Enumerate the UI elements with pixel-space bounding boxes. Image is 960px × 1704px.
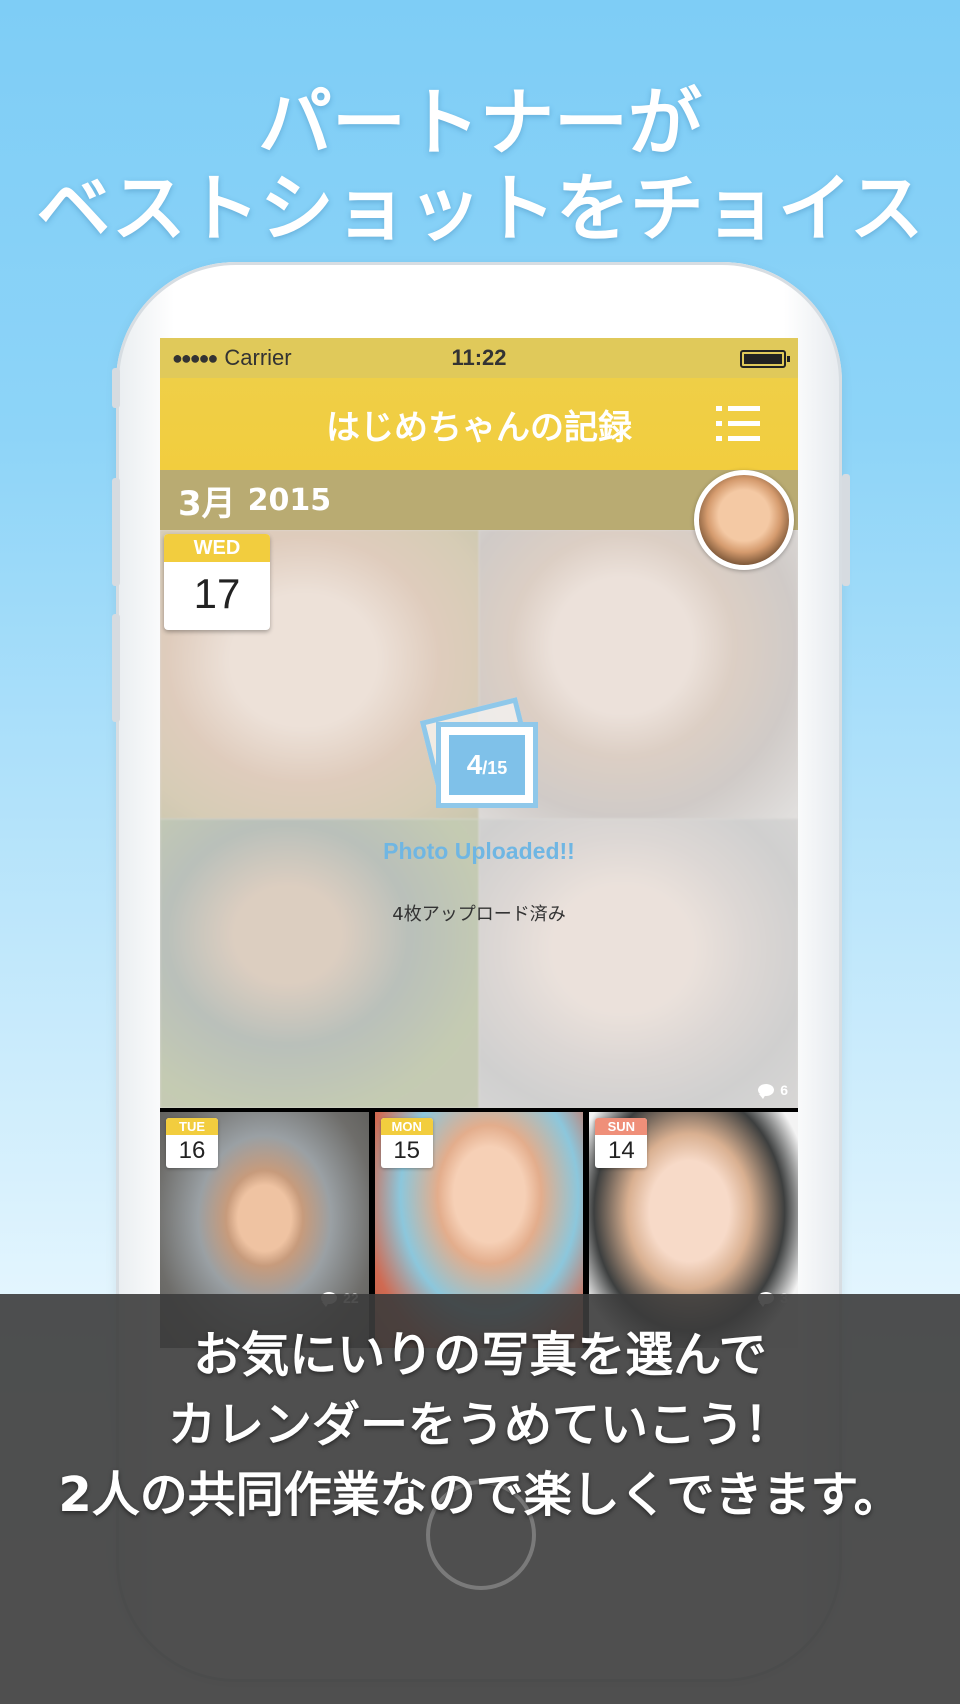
upload-total: /15 — [482, 757, 508, 778]
weekday-label: SUN — [595, 1118, 648, 1135]
date-badge: TUE 16 — [166, 1118, 218, 1168]
weekday-label: WED — [164, 534, 270, 562]
app-screen: ●●●●● Carrier 11:22 はじめちゃんの記録 3月 2015 WE… — [160, 338, 798, 1348]
date-badge: WED 17 — [164, 534, 270, 630]
comment-icon — [758, 1084, 775, 1099]
status-time: 11:22 — [451, 345, 507, 370]
day-label: 16 — [178, 1137, 206, 1164]
nav-title: はじめちゃんの記録 — [326, 407, 632, 448]
upload-counter: 4/15 — [449, 735, 525, 795]
month-label: 3月 — [178, 483, 236, 524]
phone-power-button — [842, 474, 850, 586]
upload-status: Photo Uploaded!! — [383, 838, 575, 864]
date-badge: MON 15 — [380, 1118, 433, 1168]
promo-caption: お気にいりの写真を選んで カレンダーをうめていこう！ 2人の共同作業なので楽しく… — [0, 1320, 960, 1530]
status-bar: ●●●●● Carrier 11:22 — [160, 338, 798, 378]
headline-line-2: ベストショットをチョイス — [36, 166, 924, 252]
weekday-label: TUE — [166, 1118, 218, 1135]
promo-headline: パートナーが ベストショットをチョイス — [0, 80, 960, 252]
list-menu-icon[interactable] — [716, 406, 760, 442]
nav-bar: はじめちゃんの記録 — [160, 378, 798, 470]
day-label: 14 — [607, 1137, 635, 1164]
phone-volume-down — [112, 614, 120, 722]
caption-line-1: お気にいりの写真を選んで — [193, 1327, 767, 1383]
battery-icon — [740, 350, 790, 368]
photo-stack-icon: 4/15 — [400, 697, 560, 822]
day-entry-card[interactable]: WED 17 4/15 Photo Uploaded!! 4枚アップロード済み … — [160, 530, 798, 1108]
date-badge: SUN 14 — [595, 1118, 648, 1168]
upload-count: 4 — [466, 749, 483, 780]
phone-mute-switch — [112, 368, 120, 408]
weekday-label: MON — [380, 1118, 433, 1135]
headline-line-1: パートナーが — [258, 80, 702, 166]
child-avatar[interactable] — [694, 470, 794, 570]
day-label: 15 — [393, 1137, 421, 1164]
phone-volume-up — [112, 478, 120, 586]
upload-note: 4枚アップロード済み — [392, 904, 566, 925]
comment-count[interactable]: 6 — [758, 1082, 788, 1099]
comment-count-label: 6 — [780, 1082, 788, 1098]
caption-line-2: カレンダーをうめていこう！ — [167, 1397, 792, 1453]
day-label: 17 — [193, 570, 241, 617]
year-label: 2015 — [247, 482, 332, 518]
caption-line-3: 2人の共同作業なので楽しくできます。 — [58, 1467, 902, 1523]
